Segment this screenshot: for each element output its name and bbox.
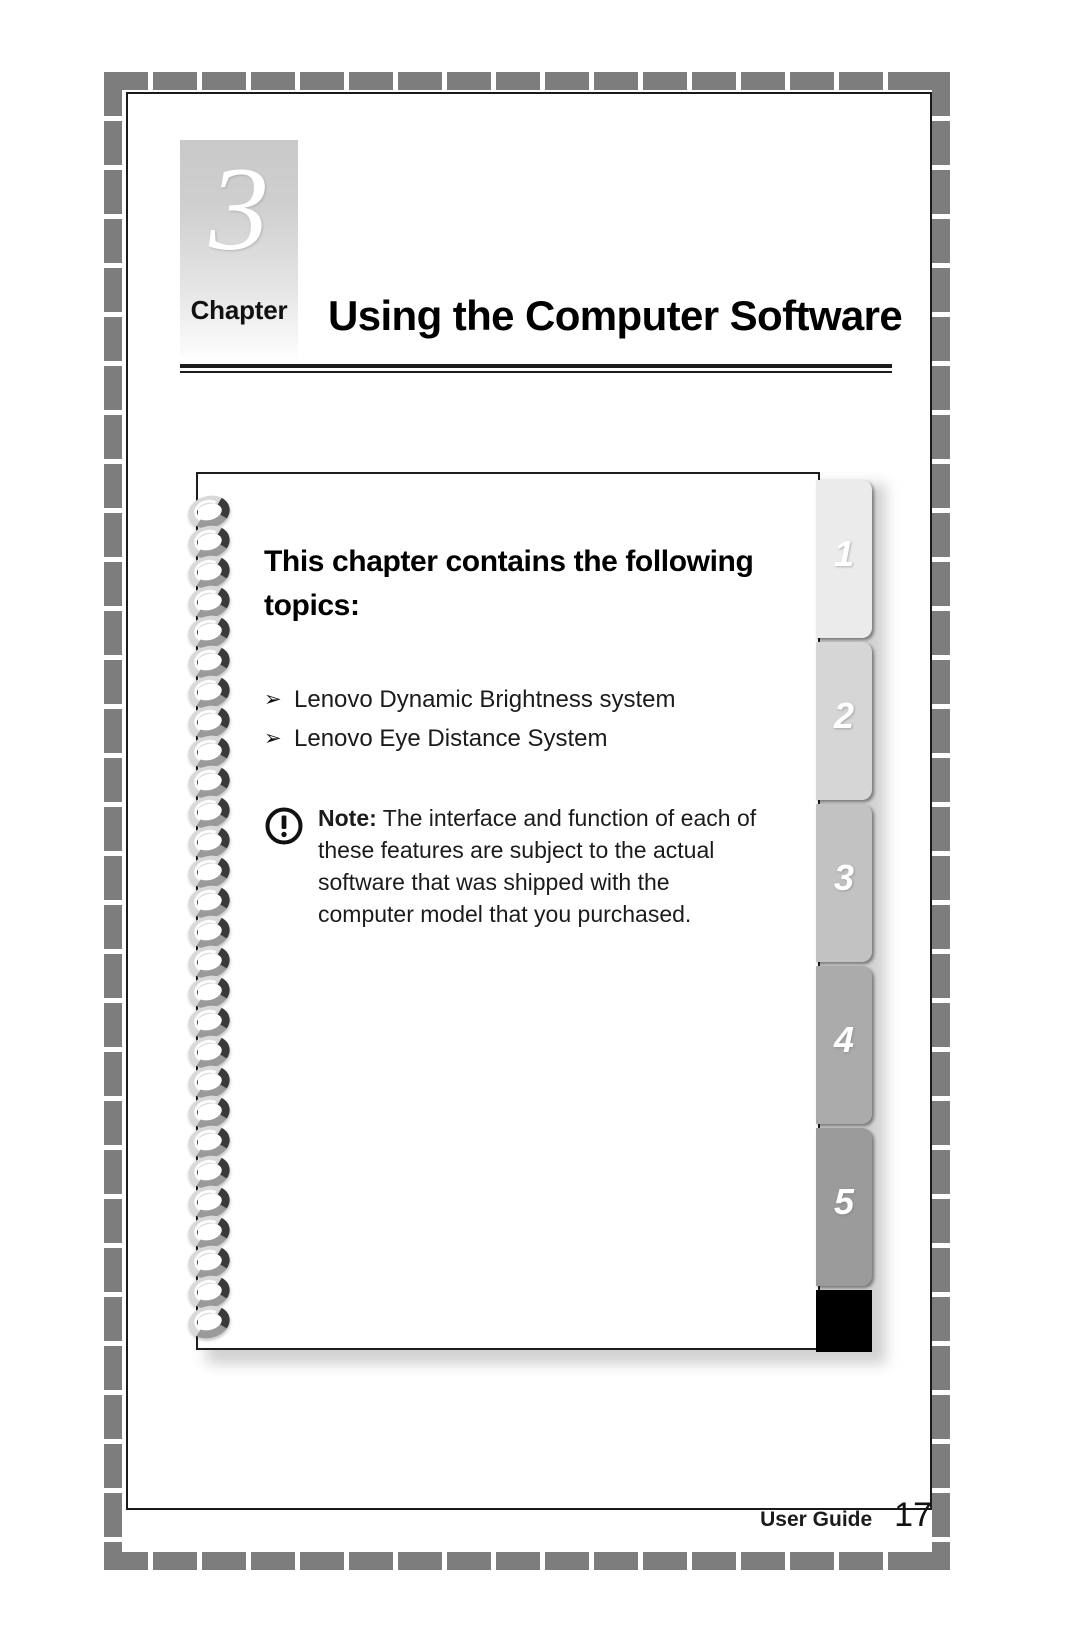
section-tab-last <box>816 1290 872 1352</box>
topics-list: ➢ Lenovo Dynamic Brightness system ➢ Len… <box>264 680 794 758</box>
section-tabs: 1 2 3 4 5 <box>816 474 876 1352</box>
chapter-header: 3 Chapter Using the Computer Software <box>180 140 903 373</box>
section-tab-number: 1 <box>833 533 855 574</box>
spiral-binding <box>182 491 250 1350</box>
title-rule-thin <box>180 371 892 373</box>
section-tab-number: 2 <box>833 695 855 736</box>
footer-label: User Guide <box>760 1508 873 1531</box>
manual-page: 3 Chapter Using the Computer Software Th… <box>0 0 1080 1642</box>
frame-dash-top <box>104 72 950 90</box>
spiral-ring <box>182 1301 244 1343</box>
exclamation-circle-icon <box>264 806 310 846</box>
frame-dash-left <box>104 72 122 1570</box>
note-label: Note: <box>318 805 377 831</box>
notebook-illustration: This chapter contains the following topi… <box>184 472 886 1364</box>
section-tab-number: 4 <box>833 1019 855 1060</box>
arrow-bullet-icon: ➢ <box>264 688 282 711</box>
note-body: The interface and function of each of th… <box>318 805 757 927</box>
section-tab-number: 3 <box>833 857 855 898</box>
footer: User Guide 17 <box>760 1496 932 1535</box>
topic-label: Lenovo Dynamic Brightness system <box>294 686 676 713</box>
page-title: Using the Computer Software <box>328 292 903 339</box>
page-number: 17 <box>894 1496 932 1534</box>
list-item: ➢ Lenovo Dynamic Brightness system <box>264 680 794 719</box>
note-text: Note: The interface and function of each… <box>318 802 760 930</box>
arrow-bullet-icon: ➢ <box>264 727 282 750</box>
chapter-badge: 3 Chapter <box>180 140 298 358</box>
notebook-heading: This chapter contains the following topi… <box>264 545 754 622</box>
chapter-number: 3 <box>209 142 269 275</box>
topic-label: Lenovo Eye Distance System <box>294 725 608 752</box>
notebook-content: This chapter contains the following topi… <box>264 540 794 930</box>
chapter-label: Chapter <box>190 295 288 325</box>
section-tab-number: 5 <box>833 1181 855 1222</box>
note-block: Note: The interface and function of each… <box>264 802 794 930</box>
frame-dash-bottom <box>104 1552 950 1570</box>
frame-dash-right <box>932 72 950 1570</box>
title-rule-thick <box>180 364 892 368</box>
list-item: ➢ Lenovo Eye Distance System <box>264 719 794 758</box>
notebook-page: This chapter contains the following topi… <box>184 472 872 1352</box>
